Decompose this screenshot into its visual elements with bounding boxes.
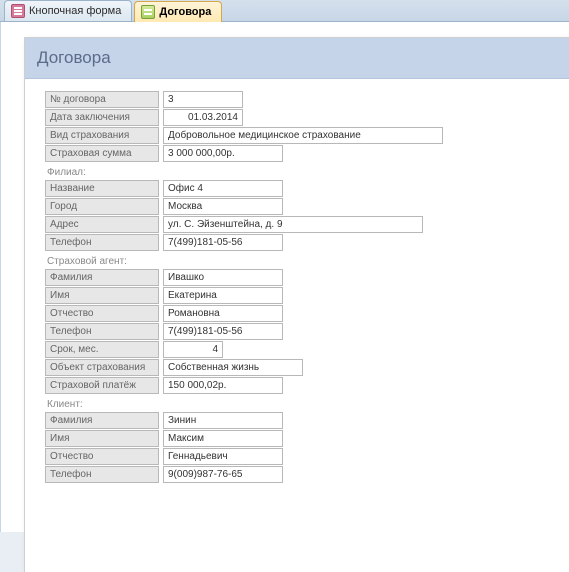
branch-addr-label: Адрес — [45, 216, 159, 233]
object-label: Объект страхования — [45, 359, 159, 376]
branch-city-label: Город — [45, 198, 159, 215]
tab-bar: Кнопочная форма Договора — [0, 0, 569, 22]
branch-name-field[interactable]: Офис 4 — [163, 180, 283, 197]
tab-active-label: Договора — [159, 6, 211, 18]
agent-lname-label: Фамилия — [45, 269, 159, 286]
date-label: Дата заключения — [45, 109, 159, 126]
agent-fname-field[interactable]: Екатерина — [163, 287, 283, 304]
contract-no-field[interactable]: 3 — [163, 91, 243, 108]
agent-mname-field[interactable]: Романовна — [163, 305, 283, 322]
contract-no-label: № договора — [45, 91, 159, 108]
client-mname-label: Отчество — [45, 448, 159, 465]
ins-sum-label: Страховая сумма — [45, 145, 159, 162]
term-field[interactable]: 4 — [163, 341, 223, 358]
payment-label: Страховой платёж — [45, 377, 159, 394]
ins-type-field[interactable]: Добровольное медицинское страхование — [163, 127, 443, 144]
branch-addr-field[interactable]: ул. С. Эйзенштейна, д. 9 — [163, 216, 423, 233]
branch-name-label: Название — [45, 180, 159, 197]
form-icon — [141, 5, 155, 19]
page-title: Договора — [25, 38, 569, 79]
branch-phone-field[interactable]: 7(499)181-05-56 — [163, 234, 283, 251]
tab-contracts[interactable]: Договора — [134, 1, 222, 22]
agent-phone-label: Телефон — [45, 323, 159, 340]
client-section: Клиент: — [45, 395, 569, 412]
tab-button-form[interactable]: Кнопочная форма — [4, 0, 132, 21]
client-fname-label: Имя — [45, 430, 159, 447]
document: Договора № договора 3 Дата заключения 01… — [25, 38, 569, 572]
form-icon — [11, 4, 25, 18]
branch-phone-label: Телефон — [45, 234, 159, 251]
ins-sum-field[interactable]: 3 000 000,00р. — [163, 145, 283, 162]
object-field[interactable]: Собственная жизнь — [163, 359, 303, 376]
client-lname-label: Фамилия — [45, 412, 159, 429]
client-phone-field[interactable]: 9(009)987-76-65 — [163, 466, 283, 483]
term-label: Срок, мес. — [45, 341, 159, 358]
branch-city-field[interactable]: Москва — [163, 198, 283, 215]
form-body: № договора 3 Дата заключения 01.03.2014 … — [25, 91, 569, 483]
agent-section: Страховой агент: — [45, 252, 569, 269]
client-phone-label: Телефон — [45, 466, 159, 483]
branch-section: Филиал: — [45, 163, 569, 180]
payment-field[interactable]: 150 000,02р. — [163, 377, 283, 394]
agent-fname-label: Имя — [45, 287, 159, 304]
client-fname-field[interactable]: Максим — [163, 430, 283, 447]
agent-lname-field[interactable]: Ивашко — [163, 269, 283, 286]
agent-mname-label: Отчество — [45, 305, 159, 322]
client-mname-field[interactable]: Геннадьевич — [163, 448, 283, 465]
workspace: Договора № договора 3 Дата заключения 01… — [0, 22, 569, 532]
agent-phone-field[interactable]: 7(499)181-05-56 — [163, 323, 283, 340]
tab-inactive-label: Кнопочная форма — [29, 5, 121, 17]
date-field[interactable]: 01.03.2014 — [163, 109, 243, 126]
client-lname-field[interactable]: Зинин — [163, 412, 283, 429]
ins-type-label: Вид страхования — [45, 127, 159, 144]
